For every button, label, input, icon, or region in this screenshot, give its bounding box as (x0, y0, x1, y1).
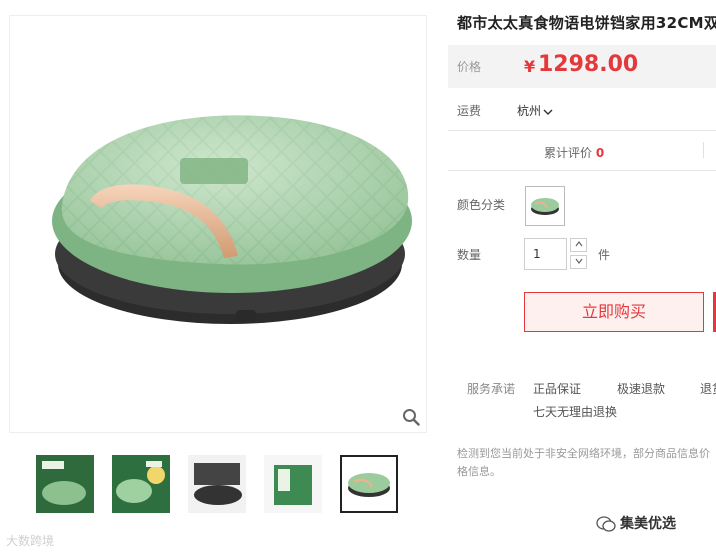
vertical-divider (703, 142, 704, 158)
caret-down-icon (575, 258, 582, 264)
color-option-green[interactable] (525, 186, 565, 226)
caret-up-icon (575, 241, 582, 247)
thumbnail-image (342, 457, 396, 511)
service-item-seven-day-return[interactable]: 七天无理由退换 (533, 403, 617, 420)
service-item-fast-refund[interactable]: 极速退款 (617, 380, 665, 397)
price-box: 价格 ¥ 1298.00 (448, 45, 716, 88)
price-label: 价格 (457, 60, 482, 74)
watermark-right-text: 集美优选 (620, 516, 676, 532)
color-option-image (531, 198, 559, 215)
service-label: 服务承诺 (467, 382, 516, 396)
reviews-count: 0 (595, 146, 605, 160)
thumbnail-1[interactable] (36, 455, 94, 513)
currency-symbol: ¥ (524, 57, 536, 76)
quantity-input[interactable] (524, 238, 567, 270)
thumbnail-strip (36, 455, 406, 517)
quantity-decrease-button[interactable] (570, 255, 587, 269)
reviews-label: 累计评价 (544, 146, 593, 160)
main-product-image[interactable] (9, 15, 427, 433)
shipping-city-value: 杭州 (517, 104, 542, 118)
thumbnail-3[interactable] (188, 455, 246, 513)
thumbnail-4[interactable] (264, 455, 322, 513)
cumulative-reviews[interactable]: 累计评价 0 (544, 144, 604, 161)
wechat-icon (596, 516, 616, 532)
electric-griddle-image (52, 115, 412, 324)
security-notice: 检测到您当前处于非安全网络环境，部分商品信息价格信息。 (457, 447, 710, 478)
buy-now-button[interactable]: 立即购买 (524, 292, 704, 332)
watermark-left: 大数跨境 (6, 534, 55, 548)
thumbnail-image (36, 455, 94, 513)
quantity-label: 数量 (457, 248, 482, 262)
thumbnail-image (264, 455, 322, 513)
divider-line (448, 170, 716, 171)
chevron-down-icon (543, 109, 553, 115)
divider-line (448, 130, 716, 131)
quantity-unit: 件 (598, 248, 611, 262)
thumbnail-2[interactable] (112, 455, 170, 513)
watermark-right: 集美优选 (596, 513, 676, 533)
thumbnail-image (188, 455, 246, 513)
thumbnail-5-selected[interactable] (340, 455, 398, 513)
color-category-label: 颜色分类 (457, 198, 506, 212)
product-title: 都市太太真食物语电饼铛家用32CM双 (457, 14, 716, 32)
service-item-genuine[interactable]: 正品保证 (533, 380, 581, 397)
service-item-return-partial[interactable]: 退货 (700, 380, 716, 397)
quantity-increase-button[interactable] (570, 238, 587, 252)
price-value: 1298.00 (538, 52, 639, 77)
zoom-magnifier-icon[interactable] (402, 408, 420, 426)
shipping-city-select[interactable]: 杭州 (517, 102, 553, 119)
thumbnail-image (112, 455, 170, 513)
shipping-label: 运费 (457, 104, 482, 118)
